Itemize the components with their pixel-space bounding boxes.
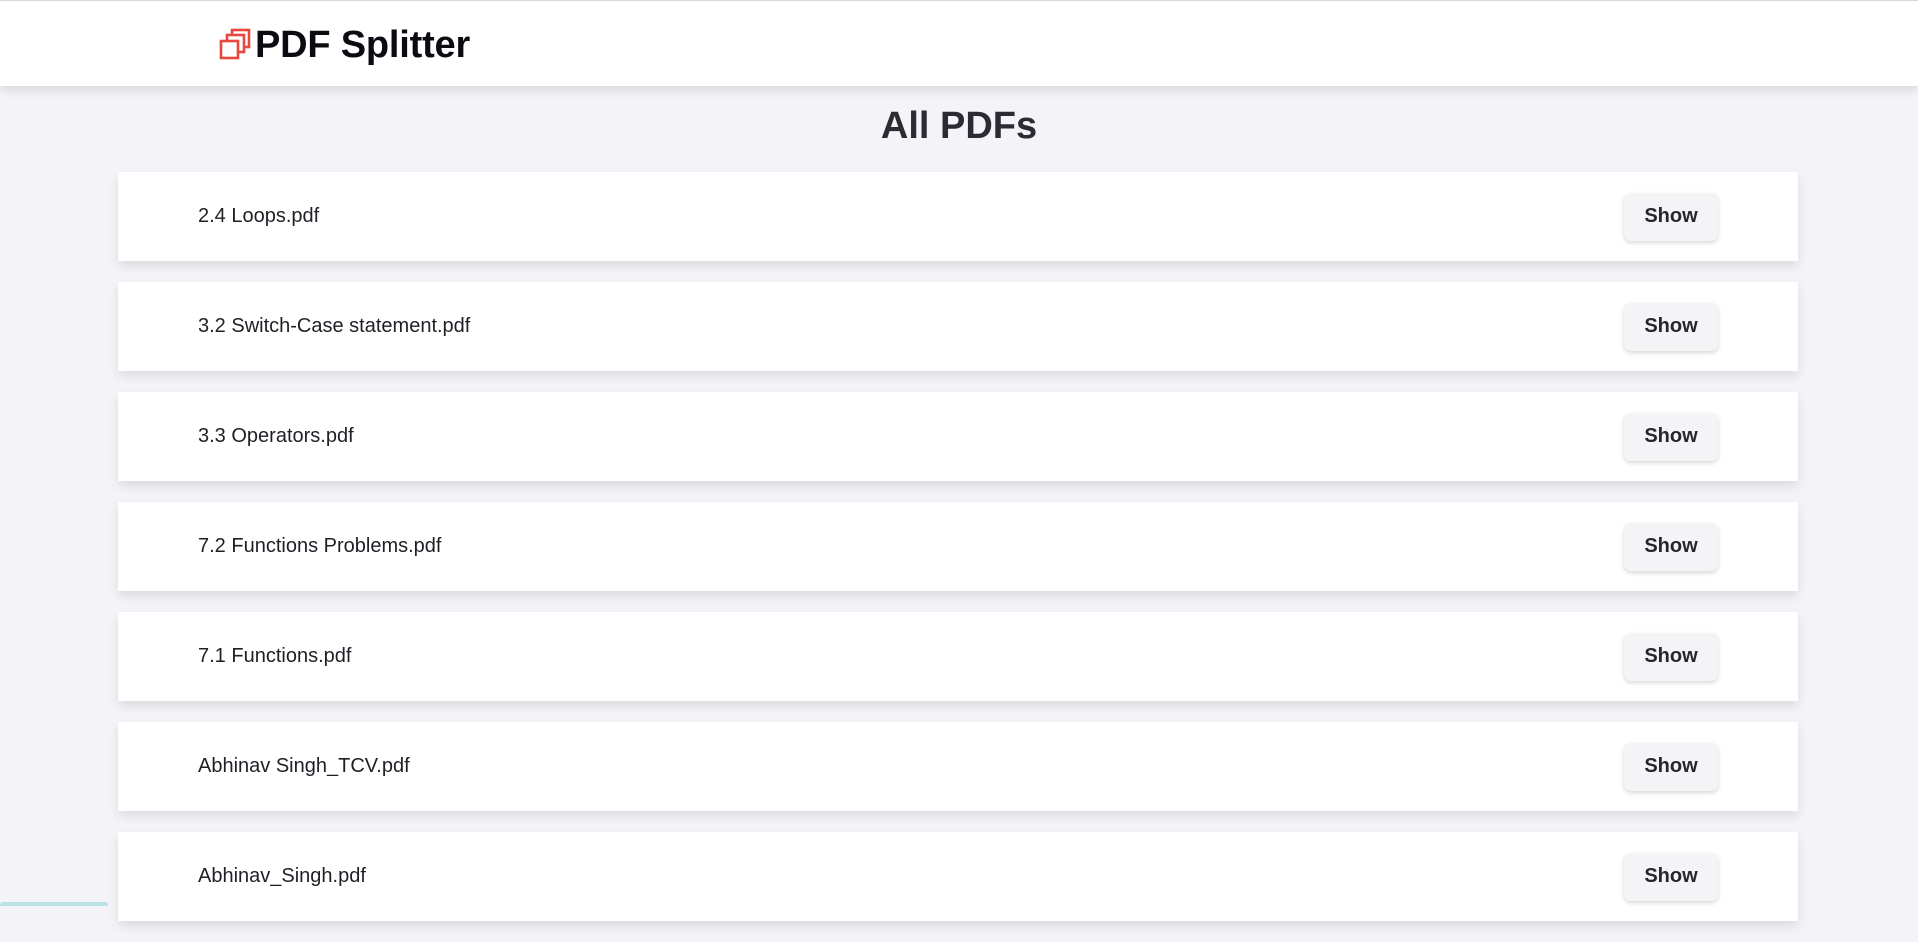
pdf-list: 2.4 Loops.pdf Show 3.2 Switch-Case state…	[118, 172, 1798, 942]
list-item: Abhinav Singh_TCV.pdf Show	[118, 722, 1798, 811]
pdf-file-name: 3.2 Switch-Case statement.pdf	[198, 315, 471, 337]
list-item: 7.1 Functions.pdf Show	[118, 612, 1798, 701]
list-item: 3.2 Switch-Case statement.pdf Show	[118, 282, 1798, 371]
show-button[interactable]: Show	[1624, 522, 1718, 571]
list-item: 2.4 Loops.pdf Show	[118, 172, 1798, 261]
brand-logo-link[interactable]: PDF Splitter	[216, 23, 470, 67]
show-button[interactable]: Show	[1624, 302, 1718, 351]
show-button[interactable]: Show	[1624, 632, 1718, 681]
show-button[interactable]: Show	[1624, 852, 1718, 901]
list-item: Abhinav_Singh.pdf Show	[118, 832, 1798, 921]
pdf-file-name: 2.4 Loops.pdf	[198, 205, 320, 227]
pdf-file-name: 3.3 Operators.pdf	[198, 425, 354, 447]
pdf-file-name: Abhinav Singh_TCV.pdf	[198, 755, 410, 777]
top-navbar: PDF Splitter	[0, 0, 1918, 86]
pdf-file-name: 7.1 Functions.pdf	[198, 645, 352, 667]
list-item: 3.3 Operators.pdf Show	[118, 392, 1798, 481]
floating-corner-tab[interactable]	[0, 902, 108, 906]
page-title: All PDFs	[880, 105, 1038, 147]
show-button[interactable]: Show	[1624, 412, 1718, 461]
app-title: PDF Splitter	[255, 23, 471, 66]
pdf-file-name: 7.2 Functions Problems.pdf	[198, 535, 442, 557]
pdf-file-name: Abhinav_Singh.pdf	[198, 865, 366, 887]
copy-pages-icon	[219, 28, 251, 60]
list-item: 7.2 Functions Problems.pdf Show	[118, 502, 1798, 591]
show-button[interactable]: Show	[1624, 742, 1718, 791]
show-button[interactable]: Show	[1624, 192, 1718, 241]
